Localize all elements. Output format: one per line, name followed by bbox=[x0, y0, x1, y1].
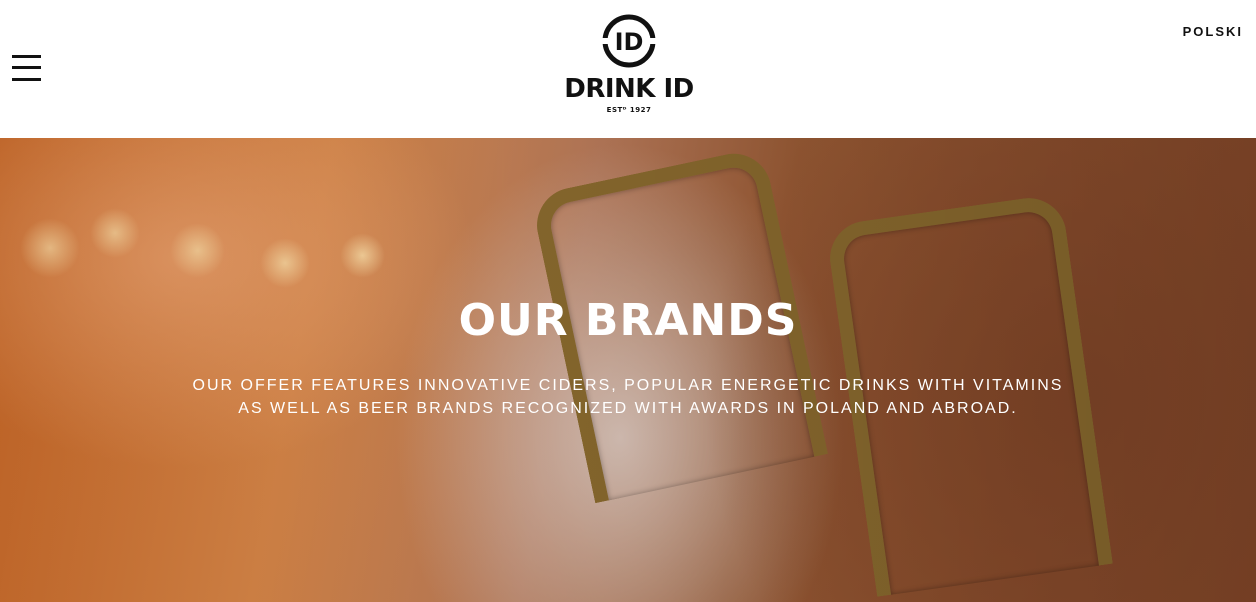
brand-logo[interactable]: ID DRINK ID ESTᴰ 1927 bbox=[553, 14, 705, 122]
logo-mark-text: ID bbox=[615, 28, 644, 56]
hero-overlay bbox=[0, 138, 1256, 602]
language-switch-link[interactable]: POLSKI bbox=[1183, 24, 1243, 39]
site-header: ID DRINK ID ESTᴰ 1927 POLSKI bbox=[0, 0, 1256, 138]
hero-description-line: OUR OFFER FEATURES INNOVATIVE CIDERS, PO… bbox=[192, 377, 1064, 394]
hamburger-menu-icon[interactable] bbox=[12, 53, 41, 83]
logo-wordmark: DRINK ID bbox=[564, 74, 694, 104]
logo-mark-icon: ID bbox=[602, 14, 656, 68]
menu-bar bbox=[12, 78, 41, 81]
hero-title: OUR BRANDS bbox=[458, 295, 798, 346]
menu-bar bbox=[12, 55, 41, 58]
hero-banner: OUR BRANDS OUR OFFER FEATURES INNOVATIVE… bbox=[0, 138, 1256, 602]
hero-description: OUR OFFER FEATURES INNOVATIVE CIDERS, PO… bbox=[178, 374, 1078, 420]
logo-established: ESTᴰ 1927 bbox=[606, 106, 652, 114]
menu-bar bbox=[12, 66, 41, 69]
hero-description-line: AS WELL AS BEER BRANDS RECOGNIZED WITH A… bbox=[238, 400, 1018, 417]
